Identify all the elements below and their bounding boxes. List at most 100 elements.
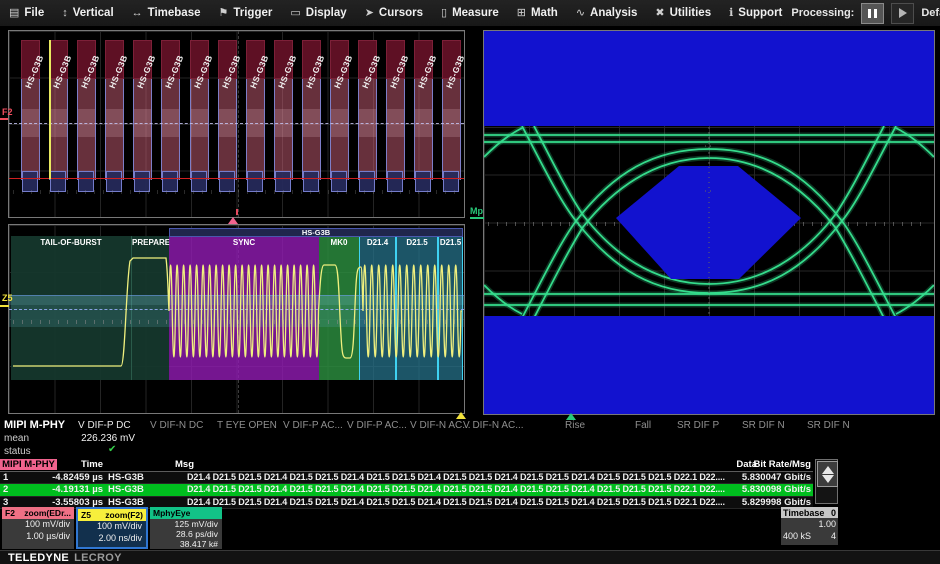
descriptor-id: F2: [5, 508, 15, 518]
horizontal-scale: 28.6 ps/div: [150, 529, 222, 539]
decode-table-header: MIPI M-PHY Time Msg Data Bit Rate/Msg: [0, 459, 813, 472]
descriptor-mphyeye[interactable]: MphyEye 125 mV/div 28.6 ps/div 38.417 k#: [150, 507, 222, 549]
col-time[interactable]: Time: [60, 459, 103, 470]
measure-column-label[interactable]: V DIF-N AC...: [410, 420, 471, 431]
zoom-center-marker: [228, 217, 238, 224]
menu-trigger[interactable]: ⚑Trigger: [210, 0, 282, 26]
descriptor-id: Z5: [81, 510, 91, 520]
table-row-selected[interactable]: 2 -4.19131 µs HS-G3B D21.4 D21.5 D21.5 D…: [0, 484, 813, 496]
burst-block: HS-G3B: [302, 40, 321, 192]
measure-column-label[interactable]: Fall: [635, 420, 651, 431]
descriptor-f2[interactable]: F2 zoom(EDr... 100 mV/div 1.00 µs/div: [2, 507, 74, 549]
menu-analysis[interactable]: ∿Analysis: [567, 0, 647, 26]
channel-tag-z5[interactable]: Z5: [2, 294, 13, 303]
burst-block: HS-G3B: [133, 40, 152, 192]
measure-column-label[interactable]: Rise: [565, 420, 585, 431]
channel-tag-mp-pointer: [470, 217, 484, 219]
processing-label: Processing:: [791, 7, 854, 19]
col-msg[interactable]: Msg: [175, 459, 194, 470]
support-icon: ℹ: [729, 8, 733, 19]
measure-row-mean: mean: [4, 433, 29, 444]
burst-block: HS-G3B: [190, 40, 209, 192]
file-icon: ▤: [9, 8, 19, 19]
measure-column-label[interactable]: SR DIF P: [677, 420, 719, 431]
timebase-scale: 1.00: [818, 518, 836, 530]
menu-math[interactable]: ⊞Math: [508, 0, 567, 26]
zoom-position-cursor[interactable]: [49, 40, 51, 179]
scroll-down-icon: [822, 475, 834, 483]
burst-overview-panel[interactable]: HS-G3B HS-G3B HS-G3B HS-G3B HS-G3B HS-G3…: [8, 30, 465, 218]
burst-block: HS-G3B: [246, 40, 265, 192]
burst-waveform: [9, 225, 464, 413]
measure-column-label[interactable]: V DIF-N AC...: [463, 420, 524, 431]
measure-column-label[interactable]: T EYE OPEN: [217, 420, 277, 431]
burst-zoom-panel[interactable]: TAIL-OF-BURST PREPARE SYNC MK0 D21.4 D21…: [8, 224, 465, 414]
sweeps-count: 38.417 k#: [150, 539, 222, 549]
measure-column-label[interactable]: V DIF-P DC: [78, 420, 131, 431]
burst-waveform-path: [13, 258, 462, 366]
math-icon: ⊞: [517, 8, 526, 19]
ruler-ticks: [13, 190, 460, 194]
measure-column-label[interactable]: SR DIF N: [807, 420, 850, 431]
vertical-scale: 100 mV/div: [2, 519, 74, 531]
table-row[interactable]: 1 -4.82459 µs HS-G3B D21.4 D21.5 D21.5 D…: [0, 472, 813, 484]
burst-block: HS-G3B: [77, 40, 96, 192]
menu-cursors[interactable]: ➤Cursors: [356, 0, 432, 26]
burst-block: HS-G3B: [386, 40, 405, 192]
menu-support[interactable]: ℹSupport: [720, 0, 791, 26]
pause-button[interactable]: [861, 3, 884, 24]
logo-bar: TELEDYNE LECROY: [0, 550, 940, 564]
timebase-offset: 0: [831, 508, 836, 518]
burst-block: HS-G3B: [21, 40, 40, 192]
measure-column-label[interactable]: SR DIF N: [742, 420, 785, 431]
brand-teledyne: TELEDYNE: [8, 552, 69, 564]
menu-measure[interactable]: ▯Measure: [432, 0, 508, 26]
measure-column-label[interactable]: V DIF-P AC...: [283, 420, 343, 431]
sample-count: 400 kS: [783, 530, 811, 542]
burst-block: HS-G3B: [218, 40, 237, 192]
burst-block: HS-G3B: [414, 40, 433, 192]
menu-timebase[interactable]: ↔Timebase: [123, 0, 210, 26]
eye-diagram: [484, 31, 934, 414]
measure-icon: ▯: [441, 8, 447, 19]
utilities-icon: ✖: [655, 8, 664, 19]
play-button[interactable]: [891, 3, 914, 24]
descriptor-z5-selected[interactable]: Z5 zoom(F2) 100 mV/div 2.00 ns/div: [76, 507, 148, 549]
scroll-arrows[interactable]: [817, 461, 838, 487]
timebase-box[interactable]: Timebase 0 1.00 400 kS 4: [781, 507, 838, 545]
burst-block: HS-G3B: [442, 40, 461, 192]
descriptor-id: MphyEye: [153, 508, 190, 518]
pause-icon: [868, 9, 877, 18]
table-scrollbar[interactable]: [815, 459, 838, 504]
mask-bottom: [484, 316, 934, 414]
col-rate[interactable]: Bit Rate/Msg: [722, 459, 811, 470]
default-label: Default:: [921, 7, 940, 19]
trigger-marker: [236, 209, 238, 215]
eye-diagram-panel[interactable]: [483, 30, 935, 415]
burst-block: HS-G3B: [274, 40, 293, 192]
channel-tag-f2[interactable]: F2: [2, 108, 13, 117]
cursors-icon: ➤: [365, 8, 374, 19]
vertical-scale: 125 mV/div: [150, 519, 222, 529]
menu-utilities[interactable]: ✖Utilities: [646, 0, 720, 26]
trigger-icon: ⚑: [219, 8, 229, 19]
measure-row-status: status: [4, 446, 31, 457]
measure-column-label[interactable]: V DIF-N DC: [150, 420, 203, 431]
vertical-scale: 100 mV/div: [78, 521, 146, 533]
brand-lecroy: LECROY: [74, 552, 122, 564]
decode-table: MIPI M-PHY Time Msg Data Bit Rate/Msg 1 …: [0, 459, 813, 509]
trigger-level-line: [9, 123, 464, 124]
play-icon: [899, 8, 907, 18]
measure-column-label[interactable]: V DIF-P AC...: [347, 420, 407, 431]
display-icon: ▭: [290, 8, 300, 19]
analysis-icon: ∿: [576, 8, 585, 19]
menu-file[interactable]: ▤File: [0, 0, 53, 26]
mask-top: [484, 31, 934, 126]
horizontal-scale: 2.00 ns/div: [78, 533, 146, 545]
menu-display[interactable]: ▭Display: [281, 0, 355, 26]
menu-vertical[interactable]: ↕Vertical: [53, 0, 122, 26]
decode-protocol-badge[interactable]: MIPI M-PHY: [0, 459, 57, 470]
channel-tag-mp[interactable]: Mp: [470, 207, 483, 216]
burst-block: HS-G3B: [161, 40, 180, 192]
yellow-position-marker: [456, 412, 466, 419]
